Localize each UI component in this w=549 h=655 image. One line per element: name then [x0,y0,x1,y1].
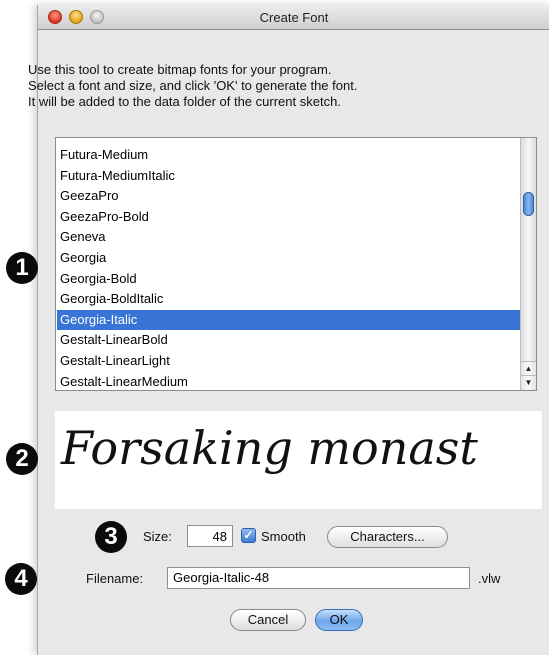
font-list[interactable]: Futura-Medium Futura-MediumItalic GeezaP… [55,137,537,391]
font-list-item[interactable]: Gestalt-LinearBold [57,330,520,351]
smooth-checkbox[interactable]: ✓ [241,528,256,543]
font-list-item[interactable]: Gestalt-LinearMedium [57,372,520,393]
scrollbar-thumb[interactable] [523,192,534,216]
font-list-item[interactable]: GeezaPro [57,186,520,207]
font-list-item[interactable]: Futura-Medium [57,145,520,166]
preview-sample-text: Forsaking monast [61,421,478,475]
font-preview: Forsaking monast [55,411,542,509]
font-list-item-selected[interactable]: Georgia-Italic [57,309,520,331]
scroll-down-arrow-icon[interactable]: ▼ [521,375,536,389]
instruction-line: Use this tool to create bitmap fonts for… [28,62,332,77]
instruction-line: It will be added to the data folder of t… [28,94,341,109]
font-list-item[interactable]: Futura-MediumItalic [57,166,520,187]
font-list-scrollbar[interactable]: ▲ ▼ [520,138,536,390]
instruction-line: Select a font and size, and click 'OK' t… [28,78,358,93]
callout-badge-1: 1 [6,252,38,284]
callout-badge-2: 2 [6,443,38,475]
title-bar[interactable]: Create Font [38,5,549,30]
font-list-item[interactable]: GeezaPro-Bold [57,207,520,228]
scroll-up-arrow-icon[interactable]: ▲ [521,361,536,375]
size-input[interactable] [187,525,233,547]
font-list-item[interactable]: Georgia-Bold [57,269,520,290]
font-list-items: Futura-Medium Futura-MediumItalic GeezaP… [57,145,520,392]
smooth-label: Smooth [261,529,306,544]
font-list-item[interactable]: Gestalt-LinearLight [57,351,520,372]
characters-button[interactable]: Characters... [327,526,448,548]
cancel-button[interactable]: Cancel [230,609,306,631]
font-list-item[interactable]: Georgia [57,248,520,269]
filename-label: Filename: [86,571,144,586]
filename-input[interactable]: Georgia-Italic-48 [167,567,470,589]
file-extension-label: .vlw [478,571,501,586]
instructions-text: Use this tool to create bitmap fonts for… [28,62,357,110]
callout-badge-4: 4 [5,563,37,595]
ok-button[interactable]: OK [315,609,363,631]
callout-badge-3: 3 [95,521,127,553]
size-label: Size: [143,529,172,544]
font-list-item[interactable]: Georgia-BoldItalic [57,289,520,310]
font-list-item[interactable]: Geneva [57,227,520,248]
window-title: Create Font [259,10,329,25]
